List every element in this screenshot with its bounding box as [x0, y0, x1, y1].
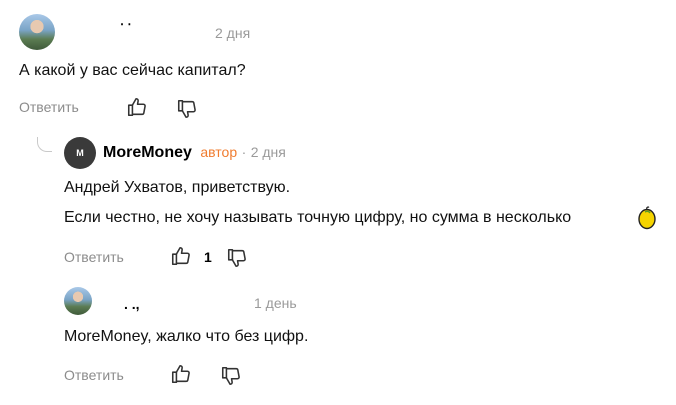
like-count: 1	[204, 249, 212, 265]
thumbs-down-icon[interactable]	[176, 98, 198, 125]
author-badge: автор	[200, 144, 238, 160]
comment-text-line: Андрей Ухватов, приветствую.	[64, 179, 291, 196]
reply-button[interactable]: Ответить	[64, 367, 124, 383]
thumbs-up-icon[interactable]	[126, 96, 148, 123]
comment-time: 2 дня	[215, 25, 251, 41]
thumbs-up-icon[interactable]	[170, 245, 192, 272]
author-logo[interactable]: M	[64, 137, 96, 169]
comment-author[interactable]: . .,	[124, 296, 140, 312]
lemon-emoji-icon	[636, 206, 658, 235]
thumbs-down-icon[interactable]	[226, 247, 248, 274]
separator-dot: ·	[241, 144, 247, 160]
comment-author[interactable]: MoreMoney	[103, 144, 192, 161]
comment-time: 1 день	[254, 295, 297, 311]
comment-text: MoreMoney, жалко что без цифр.	[64, 328, 309, 345]
thumbs-up-icon[interactable]	[170, 363, 192, 390]
comment-author[interactable]: ․ ․	[120, 14, 131, 28]
avatar[interactable]	[64, 287, 92, 315]
comment-text: А какой у вас сейчас капитал?	[19, 62, 246, 79]
thread-connector-icon	[37, 137, 52, 152]
avatar[interactable]	[19, 14, 55, 50]
comment-time: 2 дня	[250, 144, 286, 160]
thumbs-down-icon[interactable]	[220, 365, 242, 392]
comment-text-line: Если честно, не хочу называть точную циф…	[64, 209, 572, 226]
reply-button[interactable]: Ответить	[19, 99, 79, 115]
reply-button[interactable]: Ответить	[64, 249, 124, 265]
logo-letter: M	[76, 148, 84, 158]
